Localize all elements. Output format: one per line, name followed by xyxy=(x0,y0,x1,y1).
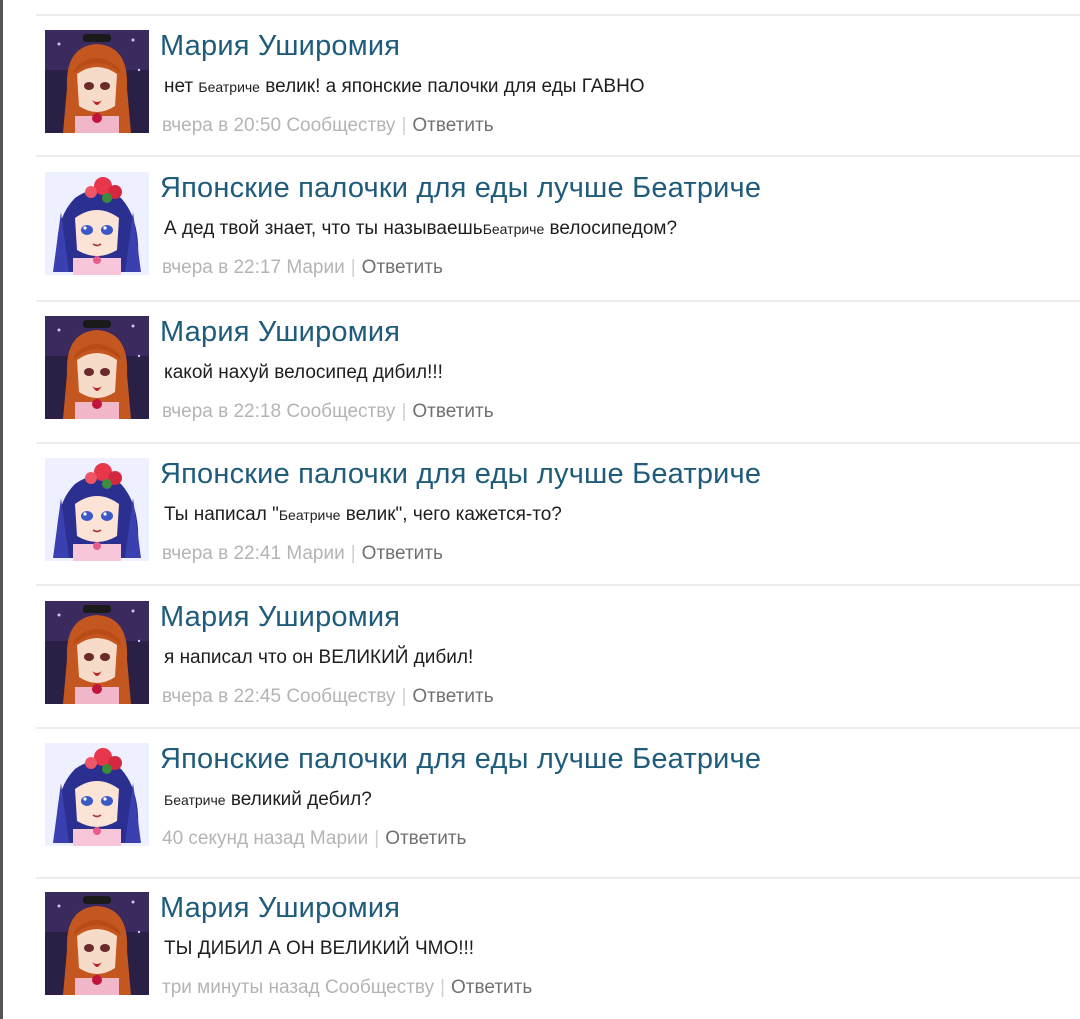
author-name[interactable]: Японские палочки для еды лучше Беатриче xyxy=(160,172,761,205)
text-part: велосипедом? xyxy=(544,218,678,239)
text-part: велик! а японские палочки для еды ГАВНО xyxy=(259,76,645,97)
text-part: великий дебил? xyxy=(225,789,372,810)
rika-avatar[interactable] xyxy=(45,458,149,561)
meta-separator: | xyxy=(374,828,380,849)
comment-time[interactable]: вчера в 22:18 xyxy=(162,401,281,422)
text-part: Беатриче xyxy=(164,792,226,808)
text-part: какой нахуй велосипед дибил!!! xyxy=(164,362,443,383)
meta-separator: | xyxy=(401,401,407,422)
text-part: А дед твой знает, что ты называешь xyxy=(164,218,483,239)
reply-button[interactable]: Ответить xyxy=(385,828,466,849)
comment-time[interactable]: вчера в 20:50 xyxy=(162,115,281,136)
author-name[interactable]: Японские палочки для еды лучше Беатриче xyxy=(160,458,761,491)
comment-time[interactable]: вчера в 22:17 xyxy=(162,257,281,278)
comment-divider xyxy=(36,300,1080,302)
comment-recipient[interactable]: Марии xyxy=(310,828,368,849)
comment-recipient[interactable]: Марии xyxy=(286,257,344,278)
window-left-edge xyxy=(0,0,3,1019)
author-name[interactable]: Мария Уширомия xyxy=(160,892,400,925)
comment-meta: вчера в 22:41 Марии | Ответить xyxy=(162,543,443,565)
meta-separator: | xyxy=(350,543,356,564)
comment-recipient[interactable]: Сообществу xyxy=(286,115,395,136)
top-divider xyxy=(36,14,1080,16)
comment-text: Ты написал "Беатриче велик", чего кажетс… xyxy=(164,504,562,526)
comment-meta: 40 секунд назад Марии | Ответить xyxy=(162,828,466,850)
comment-text: какой нахуй велосипед дибил!!! xyxy=(164,362,443,384)
author-name[interactable]: Мария Уширомия xyxy=(160,316,400,349)
comment-text: нет Беатриче велик! а японские палочки д… xyxy=(164,76,645,98)
text-part: Ты написал " xyxy=(164,504,279,525)
reply-button[interactable]: Ответить xyxy=(451,977,532,998)
rika-avatar[interactable] xyxy=(45,743,149,846)
rika-avatar[interactable] xyxy=(45,172,149,275)
maria-avatar[interactable] xyxy=(45,316,149,419)
comment-recipient[interactable]: Марии xyxy=(286,543,344,564)
text-part: нет xyxy=(164,76,199,97)
comment-meta: вчера в 22:45 Сообществу | Ответить xyxy=(162,686,494,708)
comment-recipient[interactable]: Сообществу xyxy=(286,401,395,422)
reply-button[interactable]: Ответить xyxy=(412,401,493,422)
comment-divider xyxy=(36,877,1080,879)
reply-button[interactable]: Ответить xyxy=(362,257,443,278)
comment-time[interactable]: вчера в 22:45 xyxy=(162,686,281,707)
reply-button[interactable]: Ответить xyxy=(412,686,493,707)
maria-avatar[interactable] xyxy=(45,892,149,995)
comment-time[interactable]: три минуты назад xyxy=(162,977,320,998)
comment-divider xyxy=(36,442,1080,444)
text-part: ТЫ ДИБИЛ А ОН ВЕЛИКИЙ ЧМО!!! xyxy=(164,938,475,959)
comment-text: А дед твой знает, что ты называешьБеатри… xyxy=(164,218,677,240)
comment-divider xyxy=(36,155,1080,157)
text-part: Беатриче xyxy=(198,79,260,95)
reply-button[interactable]: Ответить xyxy=(412,115,493,136)
comment-meta: три минуты назад Сообществу | Ответить xyxy=(162,977,532,999)
text-part: велик", чего кажется-то? xyxy=(340,504,562,525)
comment-recipient[interactable]: Сообществу xyxy=(286,686,395,707)
comment-divider xyxy=(36,727,1080,729)
comment-text: ТЫ ДИБИЛ А ОН ВЕЛИКИЙ ЧМО!!! xyxy=(164,938,474,960)
comment-meta: вчера в 22:18 Сообществу | Ответить xyxy=(162,401,494,423)
author-name[interactable]: Мария Уширомия xyxy=(160,601,400,634)
meta-separator: | xyxy=(440,977,446,998)
text-part: Беатриче xyxy=(278,507,341,523)
maria-avatar[interactable] xyxy=(45,30,149,133)
comment-recipient[interactable]: Сообществу xyxy=(325,977,434,998)
comment-text: Беатриче великий дебил? xyxy=(164,789,372,811)
comment-meta: вчера в 20:50 Сообществу | Ответить xyxy=(162,115,494,137)
comment-time[interactable]: 40 секунд назад xyxy=(162,828,305,849)
meta-separator: | xyxy=(401,686,407,707)
reply-button[interactable]: Ответить xyxy=(362,543,443,564)
meta-separator: | xyxy=(350,257,356,278)
comment-meta: вчера в 22:17 Марии | Ответить xyxy=(162,257,443,279)
comment-text: я написал что он ВЕЛИКИЙ дибил! xyxy=(164,647,473,669)
comment-time[interactable]: вчера в 22:41 xyxy=(162,543,281,564)
maria-avatar[interactable] xyxy=(45,601,149,704)
text-part: Беатриче xyxy=(482,221,545,237)
author-name[interactable]: Мария Уширомия xyxy=(160,30,400,63)
author-name[interactable]: Японские палочки для еды лучше Беатриче xyxy=(160,743,761,776)
meta-separator: | xyxy=(401,115,407,136)
text-part: я написал что он ВЕЛИКИЙ дибил! xyxy=(164,647,474,668)
comment-divider xyxy=(36,584,1080,586)
